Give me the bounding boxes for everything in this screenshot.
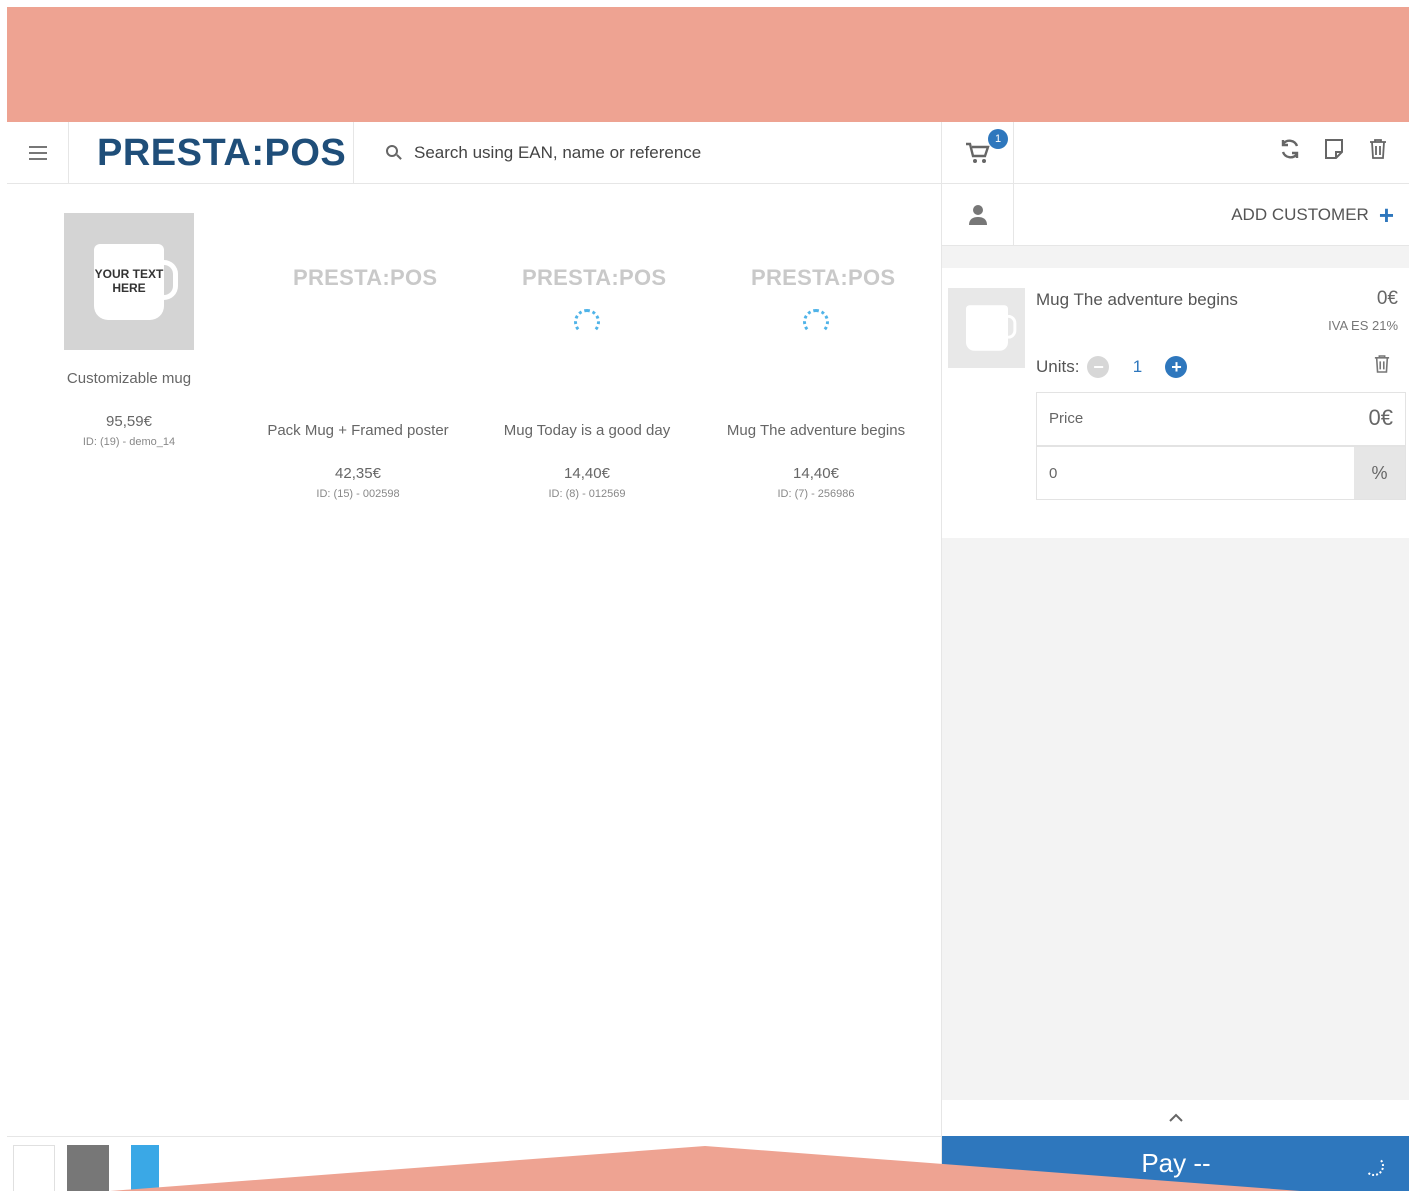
cart-count-badge: 1 — [988, 129, 1008, 149]
add-customer-button[interactable]: ADD CUSTOMER + — [1231, 184, 1394, 246]
product-image: PRESTA:POS — [522, 265, 667, 402]
footer-bar — [7, 1136, 941, 1191]
discount-type-button[interactable]: % — [1354, 447, 1405, 499]
product-reference: ID: (15) - 002598 — [316, 488, 400, 500]
cart-toolbar: 1 — [942, 122, 1410, 184]
cart-item-price: 0€ — [1376, 288, 1398, 309]
spinner-icon — [803, 309, 829, 335]
menu-button[interactable] — [7, 122, 69, 184]
product-card[interactable]: PRESTA:POS Mug Today is a good day 14,40… — [472, 213, 702, 500]
product-price: 14,40€ — [793, 465, 839, 482]
cart-item-image — [948, 288, 1025, 368]
product-image: YOUR TEXT HERE — [64, 213, 194, 350]
cart-item-name: Mug The adventure begins — [1036, 290, 1238, 309]
product-image: PRESTA:POS — [293, 265, 438, 402]
price-field[interactable]: Price 0€ — [1036, 392, 1406, 446]
pay-button[interactable]: Pay -- — [942, 1136, 1410, 1191]
mug-image — [965, 305, 1016, 351]
search-bar — [353, 122, 941, 184]
product-card[interactable]: PRESTA:POS Mug The adventure begins 14,4… — [701, 213, 931, 500]
cart-icon — [965, 142, 990, 163]
theme-swatch-blue[interactable] — [131, 1145, 159, 1191]
plus-icon: + — [1378, 200, 1394, 230]
placeholder-logo: PRESTA:POS — [522, 265, 667, 290]
product-name: Mug Today is a good day — [503, 422, 671, 439]
trash-icon — [1370, 139, 1386, 159]
placeholder-logo: PRESTA:POS — [751, 265, 896, 290]
minus-icon: − — [1093, 357, 1104, 377]
product-reference: ID: (7) - 256986 — [777, 488, 855, 500]
discount-field: % — [1036, 446, 1406, 500]
refresh-button[interactable] — [1278, 136, 1302, 162]
app-frame: PRESTA:POS YOUR TEXT HERE Customizable m… — [0, 0, 1413, 1191]
decrease-quantity-button[interactable]: − — [1087, 356, 1110, 378]
customer-avatar — [942, 184, 1014, 246]
increase-quantity-button[interactable]: + — [1165, 356, 1188, 378]
spinner-icon — [574, 309, 600, 335]
note-icon — [1325, 139, 1343, 159]
trash-icon — [1374, 355, 1390, 373]
price-label: Price — [1049, 410, 1084, 427]
discount-input[interactable] — [1037, 447, 1355, 499]
cart-panel: 1 ADD CUSTOMER + Mug The adventure begin… — [941, 122, 1410, 1191]
mug-image: YOUR TEXT HERE — [94, 243, 178, 320]
product-name: Customizable mug — [66, 370, 192, 387]
remove-item-button[interactable] — [1374, 354, 1390, 379]
product-grid: YOUR TEXT HERE Customizable mug 95,59€ I… — [7, 185, 941, 1135]
left-border — [0, 0, 7, 1191]
product-price: 95,59€ — [106, 413, 152, 430]
cart-actions — [1278, 136, 1390, 162]
product-reference: ID: (8) - 012569 — [548, 488, 626, 500]
customer-bar: ADD CUSTOMER + — [942, 184, 1410, 246]
product-image: PRESTA:POS — [751, 265, 896, 402]
search-icon — [386, 145, 402, 161]
header: PRESTA:POS — [7, 122, 941, 184]
theme-swatch-white[interactable] — [13, 1145, 55, 1191]
chevron-up-icon — [1169, 1113, 1183, 1122]
product-price: 14,40€ — [564, 465, 610, 482]
plus-icon: + — [1171, 357, 1182, 377]
app-logo: PRESTA:POS — [97, 132, 347, 174]
units-row: Units: − 1 + — [1036, 356, 1188, 378]
product-reference: ID: (19) - demo_14 — [82, 436, 176, 448]
theme-swatch-gray[interactable] — [67, 1145, 109, 1191]
placeholder-logo: PRESTA:POS — [293, 265, 438, 290]
user-icon — [968, 205, 987, 225]
product-name: Mug The adventure begins — [726, 422, 906, 439]
pay-label: Pay -- — [1141, 1148, 1211, 1178]
product-card[interactable]: PRESTA:POS Pack Mug + Framed poster 42,3… — [243, 213, 473, 500]
note-button[interactable] — [1322, 136, 1346, 162]
menu-icon — [28, 146, 47, 160]
quantity-value[interactable]: 1 — [1117, 357, 1157, 377]
expand-totals-button[interactable] — [942, 1100, 1410, 1136]
clear-cart-button[interactable] — [1366, 136, 1390, 162]
search-input[interactable] — [414, 143, 894, 163]
cart-item-tax: IVA ES 21% — [1328, 318, 1398, 333]
spinner-icon — [1364, 1156, 1384, 1176]
add-customer-label: ADD CUSTOMER — [1231, 205, 1369, 224]
product-card[interactable]: YOUR TEXT HERE Customizable mug 95,59€ I… — [14, 213, 244, 448]
refresh-icon — [1281, 139, 1299, 159]
cart-line-item: Mug The adventure begins 0€ IVA ES 21% U… — [942, 268, 1410, 538]
product-price: 42,35€ — [335, 465, 381, 482]
units-label: Units: — [1036, 357, 1080, 376]
product-name: Pack Mug + Framed poster — [267, 422, 449, 439]
right-border — [1409, 0, 1413, 1191]
price-value: 0€ — [1368, 405, 1393, 430]
top-banner — [7, 7, 1409, 122]
